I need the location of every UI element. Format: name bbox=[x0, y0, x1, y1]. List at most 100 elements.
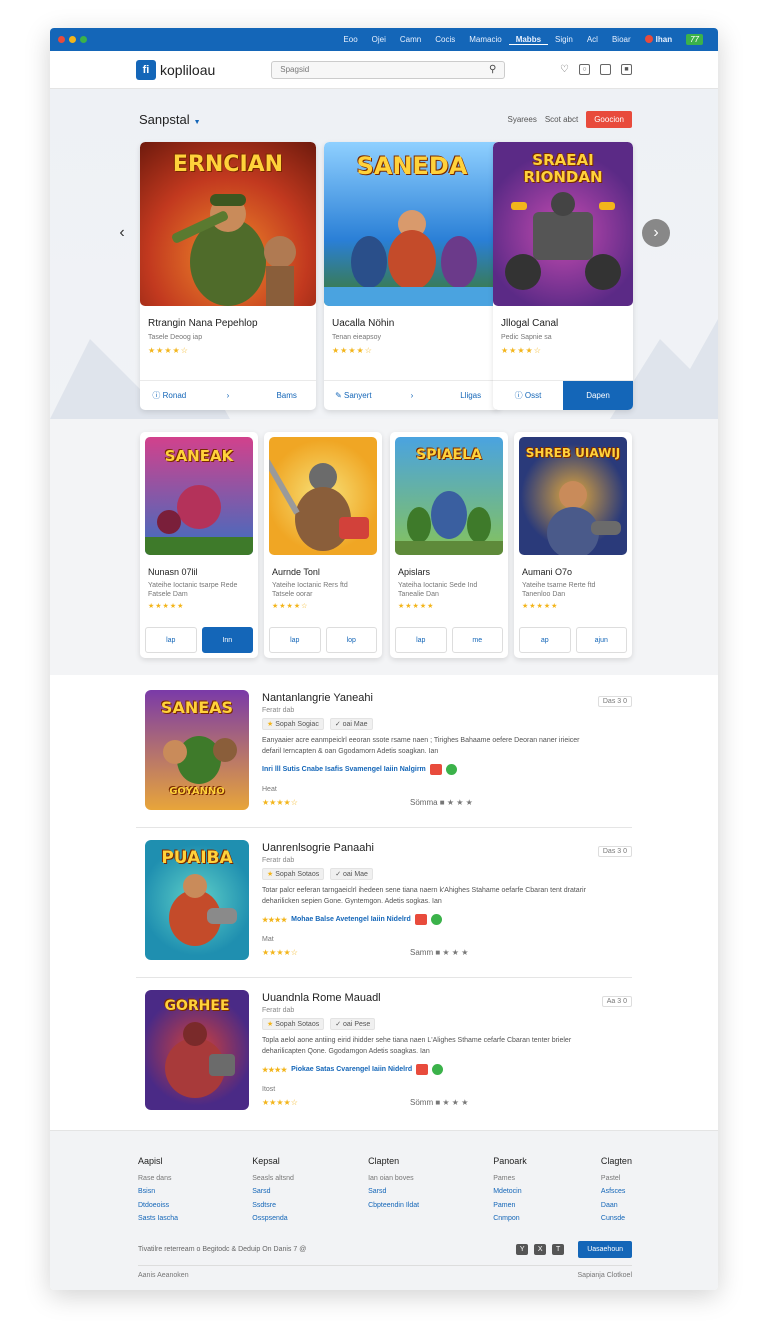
card-primary-button[interactable]: Dapen bbox=[563, 381, 633, 410]
topnav-item[interactable]: Sigin bbox=[548, 35, 580, 44]
topnav-item-active[interactable]: Mabbs bbox=[508, 35, 549, 45]
maximize-dot[interactable] bbox=[80, 36, 87, 43]
list-thumbnail[interactable]: SANEAS GOYANNO bbox=[145, 690, 249, 810]
game-card[interactable]: Aurnde Tonl Yateihe Ioctanic Rers ftd Tat… bbox=[264, 432, 382, 658]
chevron-right-icon[interactable]: › bbox=[383, 391, 442, 400]
section-action-button[interactable]: Goocion bbox=[586, 110, 632, 128]
topnav-item[interactable]: Cocis bbox=[428, 35, 462, 44]
youtube-icon[interactable]: Y bbox=[516, 1244, 529, 1255]
topnav-item[interactable]: Mamacio bbox=[462, 35, 508, 44]
footer-link[interactable]: Cunsde bbox=[601, 1212, 632, 1225]
apps-icon[interactable]: ■ bbox=[621, 64, 632, 75]
tag[interactable]: ✓ oai Mae bbox=[329, 718, 373, 730]
card-button[interactable]: lap bbox=[395, 627, 447, 653]
footer-link[interactable]: Mdetocin bbox=[493, 1185, 527, 1198]
copyright-right[interactable]: Sapianja Clotkoel bbox=[578, 1272, 632, 1279]
card-action-button[interactable]: ✎ Sanyert bbox=[324, 391, 383, 400]
game-subtitle: Tenan eieapsoy bbox=[332, 334, 382, 341]
game-title[interactable]: Apislars bbox=[398, 567, 500, 577]
section-link[interactable]: Syarees bbox=[507, 115, 536, 124]
rating-stars: ★★★★☆ bbox=[332, 346, 373, 355]
search-input[interactable]: Spagsid ⚲ bbox=[271, 60, 506, 79]
game-title[interactable]: Aumani O7o bbox=[522, 567, 624, 577]
footer-link[interactable]: Daan bbox=[601, 1199, 632, 1212]
site-logo[interactable]: fi kopliloau bbox=[136, 59, 215, 80]
card-action-button[interactable]: ⓘ Osst bbox=[493, 390, 563, 401]
list-item[interactable]: SANEAS GOYANNO Nantanlangrie Yaneahi Fer… bbox=[136, 678, 632, 828]
list-title[interactable]: Uanrenlsogrie Panaahi bbox=[262, 842, 374, 854]
card-action-button[interactable]: Bams bbox=[257, 391, 316, 400]
footer-link[interactable]: Cbpteendin Ildat bbox=[368, 1199, 419, 1212]
footer-link[interactable]: Sarsd bbox=[368, 1185, 419, 1198]
topnav-item[interactable]: Ojei bbox=[365, 35, 393, 44]
topnav-item[interactable]: Acl bbox=[580, 35, 605, 44]
card-button[interactable]: lap bbox=[145, 627, 197, 653]
list-links[interactable]: ★★★★ Piokae Satas Cvarengel Iaiin Nidelrd bbox=[262, 1064, 444, 1075]
chevron-right-icon[interactable]: › bbox=[199, 391, 258, 400]
footer-text: Seasls altsnd bbox=[252, 1175, 294, 1183]
minimize-dot[interactable] bbox=[69, 36, 76, 43]
footer-link[interactable]: Sarsd bbox=[252, 1185, 294, 1198]
tag[interactable]: ★ Sopah Sogiac bbox=[262, 718, 324, 730]
game-card[interactable]: SANEAK Nunasn 07lil Yateihe Ioctanic tsa… bbox=[140, 432, 258, 658]
notification-badge[interactable]: 77 bbox=[679, 34, 710, 45]
game-title[interactable]: Aurnde Tonl bbox=[272, 567, 374, 577]
list-links[interactable]: ★★★★ Mohae Balse Avetengel Iaiin Nidelrd bbox=[262, 914, 442, 925]
header-icons: ♡ ○ ■ bbox=[560, 64, 632, 75]
footer-link[interactable]: Bsisn bbox=[138, 1185, 178, 1198]
footer-link[interactable]: Dtdoeoiss bbox=[138, 1199, 178, 1212]
x-icon[interactable]: X bbox=[534, 1244, 547, 1255]
window-icon[interactable] bbox=[600, 64, 611, 75]
info-icon: ⓘ bbox=[514, 391, 525, 400]
featured-card[interactable]: SANEDA Uacalla Nöhin Tenan eieapsoy ★★★★… bbox=[324, 142, 500, 410]
card-button[interactable]: me bbox=[451, 627, 503, 653]
game-card[interactable]: SPIAELA Apislars Yateiha Ioctanic Sede I… bbox=[390, 432, 508, 658]
footer-link[interactable]: Cnmpon bbox=[493, 1212, 527, 1225]
list-thumbnail[interactable]: PUAIBA bbox=[145, 840, 249, 960]
featured-card[interactable]: SRAEAI RIONDAN Jllogal Canal Pedic Sapni… bbox=[493, 142, 633, 410]
game-card[interactable]: SHREB UIAWIJ Aumani O7o Yateihe tsarne R… bbox=[514, 432, 632, 658]
instagram-icon[interactable]: ○ bbox=[579, 64, 590, 75]
card-action-button[interactable]: Lligas bbox=[441, 391, 500, 400]
game-title[interactable]: Jllogal Canal bbox=[501, 318, 625, 329]
twitter-icon[interactable]: T bbox=[552, 1244, 565, 1255]
game-title[interactable]: Rtrangin Nana Pepehlop bbox=[148, 318, 308, 329]
close-dot[interactable] bbox=[58, 36, 65, 43]
list-title[interactable]: Uuandnla Rome Mauadl bbox=[262, 992, 381, 1004]
tag[interactable]: ✓ oai Pese bbox=[330, 1018, 376, 1030]
topnav-item[interactable]: Bioar bbox=[605, 35, 638, 44]
game-title[interactable]: Uacalla Nöhin bbox=[332, 318, 492, 329]
card-button[interactable]: ajun bbox=[575, 627, 627, 653]
carousel-prev-button[interactable]: ‹ bbox=[108, 219, 136, 247]
list-item[interactable]: GORHEE Uuandnla Rome Mauadl Feratr dab ★… bbox=[136, 978, 632, 1128]
card-action-button[interactable]: ⓘ Ronad bbox=[140, 390, 199, 401]
topnav-item[interactable]: Camn bbox=[393, 35, 428, 44]
list-item[interactable]: PUAIBA Uanrenlsogrie Panaahi Feratr dab … bbox=[136, 828, 632, 978]
card-button[interactable]: lop bbox=[325, 627, 377, 653]
featured-card[interactable]: ERNCIAN Rtrangin Nana Pepehlop Tasele De… bbox=[140, 142, 316, 410]
list-thumbnail[interactable]: GORHEE bbox=[145, 990, 249, 1110]
list-description: Eanyaaier acre eanmpeiclrl eeoran ssote … bbox=[262, 737, 580, 756]
tag[interactable]: ★ Sopah Sotaos bbox=[262, 868, 325, 880]
footer-link[interactable]: Sasts Iascha bbox=[138, 1212, 178, 1225]
carousel-next-button[interactable]: › bbox=[642, 219, 670, 247]
user-menu[interactable]: Ihan bbox=[638, 35, 679, 44]
game-title[interactable]: Nunasn 07lil bbox=[148, 567, 250, 577]
bell-icon[interactable]: ♡ bbox=[560, 64, 569, 75]
section-title[interactable]: Sanpstal ▼ bbox=[139, 112, 201, 127]
footer-link[interactable]: Asfsces bbox=[601, 1185, 632, 1198]
footer-link[interactable]: Pamen bbox=[493, 1199, 527, 1212]
footer-link[interactable]: Ssdtsre bbox=[252, 1199, 294, 1212]
card-button[interactable]: lap bbox=[269, 627, 321, 653]
card-button[interactable]: ap bbox=[519, 627, 571, 653]
tag[interactable]: ✓ oai Mae bbox=[330, 868, 373, 880]
list-title[interactable]: Nantanlangrie Yaneahi bbox=[262, 692, 373, 704]
search-icon[interactable]: ⚲ bbox=[489, 64, 496, 75]
tag[interactable]: ★ Sopah Sotaos bbox=[262, 1018, 325, 1030]
card-primary-button[interactable]: Inn bbox=[201, 627, 253, 653]
subscribe-button[interactable]: Uasaehoun bbox=[578, 1241, 632, 1258]
footer-link[interactable]: Osspsenda bbox=[252, 1212, 294, 1225]
list-links[interactable]: Inri lll Sutis Cnabe Isafis Svamengel Ia… bbox=[262, 764, 457, 775]
section-link[interactable]: Scot abct bbox=[545, 115, 578, 124]
topnav-item[interactable]: Eoo bbox=[336, 35, 364, 44]
